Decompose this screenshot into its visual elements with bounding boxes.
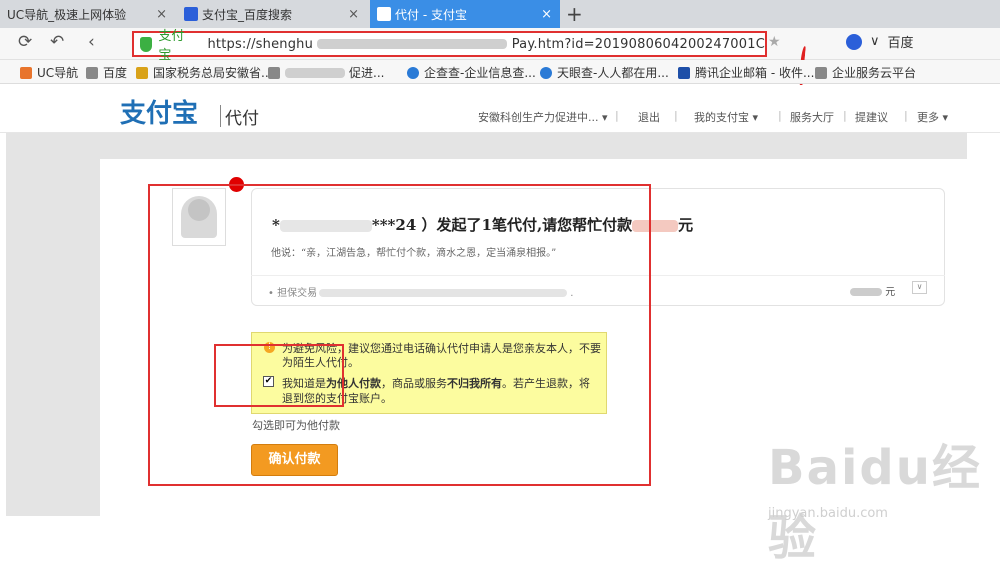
bookmark-label: 促进...: [349, 66, 385, 80]
amount-unit: 元: [885, 287, 896, 298]
nav-label: 我的支付宝: [694, 111, 749, 124]
nav-suggest[interactable]: 提建议: [855, 109, 888, 125]
nav-service-hall[interactable]: 服务大厅: [790, 109, 834, 125]
nav-label: 安徽科创生产力促进中...: [478, 111, 599, 124]
nav-my-alipay[interactable]: 我的支付宝 ▾: [694, 109, 758, 125]
star-icon[interactable]: ★: [768, 34, 781, 50]
bookmark-icon: [815, 66, 827, 79]
divider: [220, 105, 221, 127]
bookmark-label: UC导航: [37, 66, 79, 80]
bookmark-label: 企业服务云平台: [832, 66, 917, 80]
shield-icon: [140, 36, 153, 52]
annotation-box: [148, 184, 651, 486]
bookmark-label: 腾讯企业邮箱 - 收件...: [695, 66, 815, 80]
bookmark-icon: [20, 66, 32, 79]
new-tab-button[interactable]: +: [566, 2, 583, 26]
refresh-icon[interactable]: ⟳: [18, 32, 32, 52]
site-header: 支付宝 代付 安徽科创生产力促进中... ▾ | 退出 | 我的支付宝 ▾ | …: [0, 85, 1000, 133]
alipay-logo[interactable]: 支付宝: [120, 93, 198, 130]
bookmark-item[interactable]: 企业服务云平台: [815, 64, 916, 81]
tab-label: UC导航_极速上网体验: [7, 7, 127, 22]
bookmark-icon: [86, 66, 98, 79]
bookmark-item[interactable]: 天眼查-人人都在用...: [540, 64, 669, 81]
divider: |: [615, 109, 619, 122]
baidu-paw-icon: [184, 7, 198, 21]
bookmark-icon: [268, 66, 280, 79]
nav-label: 更多: [917, 111, 939, 124]
watermark-url: jingyan.baidu.com: [768, 506, 888, 521]
bookmark-icon: [407, 66, 419, 79]
trade-amount: 元: [850, 283, 895, 298]
url-start: https://shenghu: [207, 36, 314, 52]
bookmark-label: 百度: [103, 66, 128, 80]
chevron-down-icon: ∨: [870, 34, 880, 49]
divider: |: [778, 109, 782, 122]
address-bar[interactable]: 支付宝 https://shenghu Pay.htm?id=201908060…: [132, 29, 767, 63]
tab-baidu-search[interactable]: 支付宝_百度搜索 ×: [177, 0, 367, 28]
blurred-region: [317, 39, 508, 49]
bookmark-item[interactable]: 腾讯企业邮箱 - 收件...: [678, 64, 814, 81]
divider: |: [674, 109, 678, 122]
bookmark-item[interactable]: 企查查-企业信息查...: [407, 64, 536, 81]
bookmark-icon: [678, 66, 690, 79]
tab-alipay-daifu[interactable]: 代付 - 支付宝 ×: [370, 0, 560, 28]
bookmark-label: 天眼查-人人都在用...: [557, 66, 669, 80]
annotation-box: [214, 344, 344, 407]
browser-toolbar: ⟳ ↶ ‹ 支付宝 https://shenghu Pay.htm?id=201…: [0, 28, 1000, 89]
tab-label: 代付 - 支付宝: [395, 7, 467, 22]
bookmark-item[interactable]: 百度: [86, 64, 127, 81]
back-icon[interactable]: ‹: [88, 32, 95, 52]
divider: |: [904, 109, 908, 122]
nav-account[interactable]: 安徽科创生产力促进中... ▾: [478, 109, 608, 125]
alipay-icon: [377, 7, 391, 21]
bookmark-label: 国家税务总局安徽省...: [153, 66, 273, 80]
close-icon[interactable]: ×: [156, 7, 167, 22]
bookmarks-bar: UC导航 百度 国家税务总局安徽省... 促进... 企查查-企业信息查... …: [0, 60, 1000, 84]
chevron-down-icon[interactable]: ∨: [912, 281, 927, 294]
bookmark-icon: [136, 66, 148, 79]
tab-uc-nav[interactable]: UC导航_极速上网体验 ×: [0, 0, 175, 28]
close-icon[interactable]: ×: [348, 7, 359, 22]
url-end: Pay.htm?id=2019080604200247001C: [511, 36, 765, 52]
close-icon[interactable]: ×: [541, 7, 552, 22]
bookmark-label: 企查查-企业信息查...: [424, 66, 536, 80]
bookmark-icon: [540, 66, 552, 79]
currency-unit: 元: [678, 216, 694, 234]
bookmark-item[interactable]: 国家税务总局安徽省...: [136, 64, 272, 81]
undo-icon[interactable]: ↶: [50, 32, 64, 52]
nav-logout[interactable]: 退出: [638, 109, 660, 125]
site-identity: 支付宝: [158, 29, 185, 63]
search-engine-label: 百度: [887, 36, 914, 51]
url-text: https://shenghu Pay.htm?id=2019080604200…: [207, 37, 765, 52]
search-engine-selector[interactable]: ∨ 百度: [846, 32, 914, 51]
bookmark-item[interactable]: 促进...: [268, 64, 384, 81]
divider: |: [843, 109, 847, 122]
bookmark-item[interactable]: UC导航: [20, 64, 78, 81]
nav-more[interactable]: 更多 ▾: [917, 109, 948, 125]
tab-label: 支付宝_百度搜索: [202, 7, 293, 22]
tab-bar: UC导航_极速上网体验 × 支付宝_百度搜索 × 代付 - 支付宝 × +: [0, 0, 1000, 28]
watermark-logo: Baidu经验: [768, 440, 982, 566]
blurred-region: [285, 67, 345, 78]
blurred-region: [850, 288, 882, 296]
page-title: 代付: [225, 109, 259, 129]
baidu-paw-icon: [846, 33, 862, 50]
